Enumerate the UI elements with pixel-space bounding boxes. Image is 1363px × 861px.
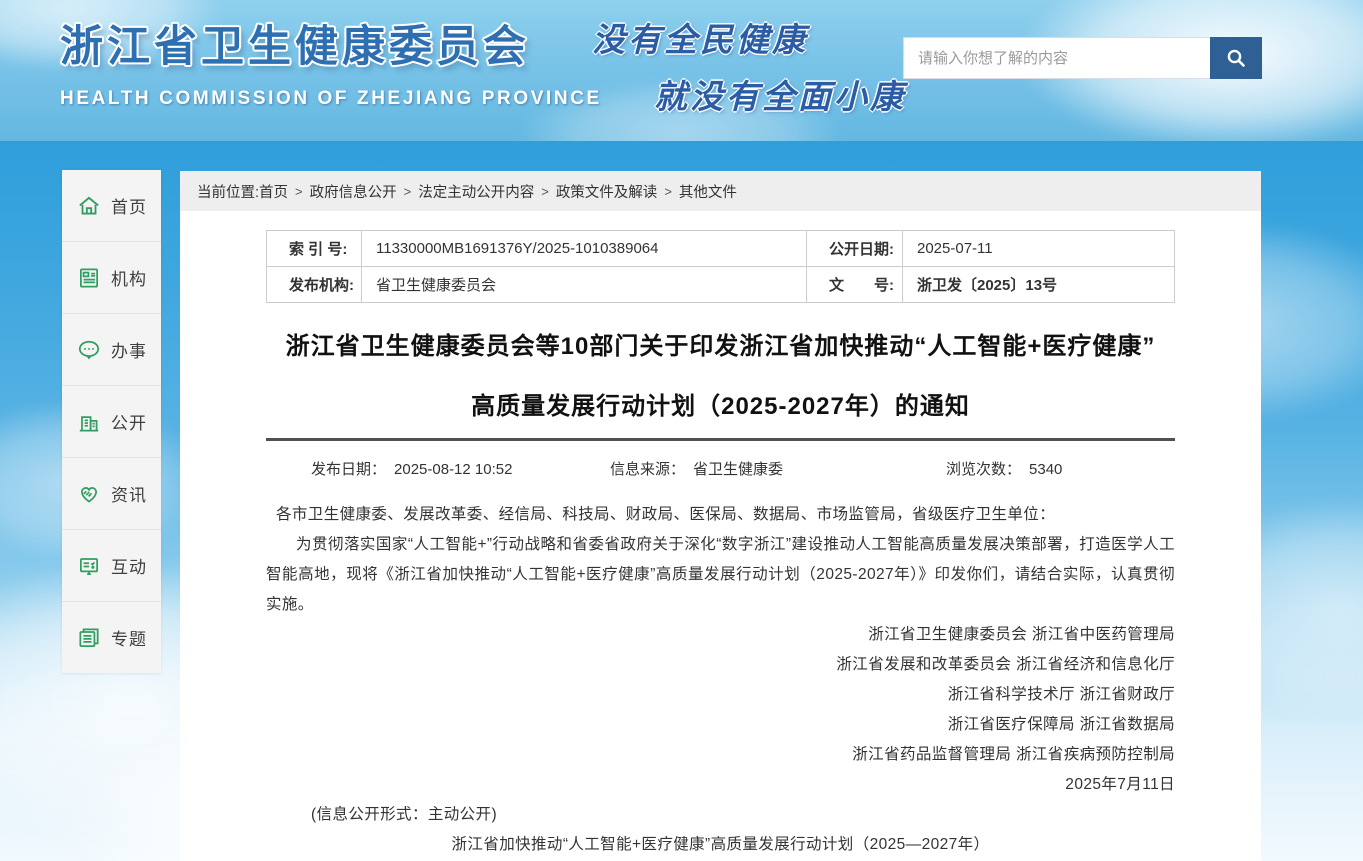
page: 浙江省卫生健康委员会 HEALTH COMMISSION OF ZHEJIANG… bbox=[0, 0, 1363, 861]
view-count-label: 浏览次数： bbox=[946, 461, 1021, 478]
disclosure-building-icon bbox=[76, 409, 102, 435]
index-number-value: 11330000MB1691376Y/2025-1010389064 bbox=[362, 231, 807, 267]
info-source: 信息来源： 省卫生健康委 bbox=[540, 458, 839, 479]
info-source-value: 省卫生健康委 bbox=[693, 461, 783, 478]
table-row: 索 引 号: 11330000MB1691376Y/2025-101038906… bbox=[267, 231, 1175, 267]
signature-line: 浙江省药品监督管理局 浙江省疾病预防控制局 bbox=[266, 740, 1175, 770]
sidebar-item-interaction[interactable]: 互动 bbox=[62, 530, 161, 602]
slogan-line-2: 就没有全面小康 bbox=[654, 70, 906, 118]
publish-date-label: 公开日期: bbox=[807, 231, 903, 267]
sidebar-item-news[interactable]: 资讯 bbox=[62, 458, 161, 530]
slogan-line-1: 没有全民健康 bbox=[592, 13, 906, 61]
breadcrumb-item-policy-docs[interactable]: 政策文件及解读 bbox=[556, 181, 658, 202]
signature-line: 浙江省医疗保障局 浙江省数据局 bbox=[266, 710, 1175, 740]
breadcrumb-separator: > bbox=[295, 184, 303, 199]
health-slogan: 没有全民健康 就没有全面小康 bbox=[592, 13, 906, 118]
publish-datetime-label: 发布日期： bbox=[311, 461, 386, 478]
sidebar-nav: 首页 机构 办事 公开 bbox=[62, 170, 161, 673]
service-chat-icon bbox=[76, 337, 102, 363]
sidebar-item-label: 首页 bbox=[111, 193, 147, 218]
sidebar-item-label: 公开 bbox=[111, 409, 147, 434]
breadcrumb: 当前位置:首页 > 政府信息公开 > 法定主动公开内容 > 政策文件及解读 > … bbox=[180, 171, 1261, 211]
publish-datetime-value: 2025-08-12 10:52 bbox=[394, 461, 512, 478]
signature-date: 2025年7月11日 bbox=[266, 770, 1175, 800]
article-meta: 发布日期： 2025-08-12 10:52 信息来源： 省卫生健康委 浏览次数： 5… bbox=[266, 441, 1175, 495]
breadcrumb-separator: > bbox=[404, 184, 412, 199]
search-input[interactable] bbox=[903, 37, 1210, 79]
breadcrumb-prefix: 当前位置: bbox=[197, 181, 259, 202]
view-count: 浏览次数： 5340 bbox=[839, 458, 1175, 479]
breadcrumb-separator: > bbox=[541, 184, 549, 199]
sidebar-item-services[interactable]: 办事 bbox=[62, 314, 161, 386]
signature-line: 浙江省发展和改革委员会 浙江省经济和信息化厅 bbox=[266, 650, 1175, 680]
site-logo[interactable]: 浙江省卫生健康委员会 HEALTH COMMISSION OF ZHEJIANG… bbox=[60, 12, 602, 110]
breadcrumb-item-statutory[interactable]: 法定主动公开内容 bbox=[418, 181, 534, 202]
site-title-english: HEALTH COMMISSION OF ZHEJIANG PROVINCE bbox=[60, 88, 602, 110]
signature-line: 浙江省卫生健康委员会 浙江省中医药管理局 bbox=[266, 620, 1175, 650]
content-panel: 当前位置:首页 > 政府信息公开 > 法定主动公开内容 > 政策文件及解读 > … bbox=[180, 171, 1261, 861]
sidebar-item-label: 资讯 bbox=[111, 481, 147, 506]
view-count-value: 5340 bbox=[1029, 461, 1062, 478]
salutation-paragraph: 各市卫生健康委、发展改革委、经信局、科技局、财政局、医保局、数据局、市场监管局，… bbox=[266, 500, 1175, 530]
site-header: 浙江省卫生健康委员会 HEALTH COMMISSION OF ZHEJIANG… bbox=[0, 0, 1363, 141]
sidebar-item-label: 专题 bbox=[111, 625, 147, 650]
breadcrumb-item-gov-info[interactable]: 政府信息公开 bbox=[310, 181, 397, 202]
breadcrumb-item-home[interactable]: 首页 bbox=[259, 181, 288, 202]
sidebar-item-label: 办事 bbox=[111, 337, 147, 362]
article-body: 各市卫生健康委、发展改革委、经信局、科技局、财政局、医保局、数据局、市场监管局，… bbox=[266, 495, 1175, 860]
info-source-label: 信息来源： bbox=[610, 461, 685, 478]
news-handshake-icon bbox=[76, 481, 102, 507]
home-icon bbox=[76, 193, 102, 219]
sidebar-item-institution[interactable]: 机构 bbox=[62, 242, 161, 314]
sidebar-item-topics[interactable]: 专题 bbox=[62, 602, 161, 673]
site-search bbox=[903, 37, 1262, 79]
issuing-agency-label: 发布机构: bbox=[267, 267, 362, 303]
doc-number-label: 文 号: bbox=[807, 267, 903, 303]
publish-datetime: 发布日期： 2025-08-12 10:52 bbox=[266, 458, 540, 479]
doc-number-value: 浙卫发〔2025〕13号 bbox=[903, 267, 1175, 303]
sidebar-item-label: 机构 bbox=[111, 265, 147, 290]
title-line-1: 浙江省卫生健康委员会等10部门关于印发浙江省加快推动“人工智能+医疗健康” bbox=[266, 317, 1175, 377]
body-paragraph: 为贯彻落实国家“人工智能+”行动战略和省委省政府关于深化“数字浙江”建设推动人工… bbox=[266, 530, 1175, 620]
search-icon bbox=[1224, 46, 1248, 70]
disclosure-note: (信息公开形式：主动公开) bbox=[266, 800, 1175, 830]
sidebar-item-home[interactable]: 首页 bbox=[62, 170, 161, 242]
institution-doc-icon bbox=[76, 265, 102, 291]
index-number-label: 索 引 号: bbox=[267, 231, 362, 267]
title-line-2: 高质量发展行动计划（2025-2027年）的通知 bbox=[266, 377, 1175, 437]
issuing-agency-value: 省卫生健康委员会 bbox=[362, 267, 807, 303]
search-button[interactable] bbox=[1210, 37, 1262, 79]
attachment-title: 浙江省加快推动“人工智能+医疗健康”高质量发展行动计划（2025—2027年） bbox=[266, 830, 1175, 860]
interaction-form-icon bbox=[76, 553, 102, 579]
sidebar-item-disclosure[interactable]: 公开 bbox=[62, 386, 161, 458]
doc-info-table: 索 引 号: 11330000MB1691376Y/2025-101038906… bbox=[266, 230, 1175, 303]
breadcrumb-item-other-docs[interactable]: 其他文件 bbox=[679, 181, 737, 202]
signature-line: 浙江省科学技术厅 浙江省财政厅 bbox=[266, 680, 1175, 710]
site-title: 浙江省卫生健康委员会 bbox=[60, 12, 602, 74]
topics-docs-icon bbox=[76, 625, 102, 651]
document-content: 索 引 号: 11330000MB1691376Y/2025-101038906… bbox=[180, 230, 1261, 860]
breadcrumb-separator: > bbox=[664, 184, 672, 199]
page-title: 浙江省卫生健康委员会等10部门关于印发浙江省加快推动“人工智能+医疗健康” 高质… bbox=[266, 317, 1175, 437]
table-row: 发布机构: 省卫生健康委员会 文 号: 浙卫发〔2025〕13号 bbox=[267, 267, 1175, 303]
publish-date-value: 2025-07-11 bbox=[903, 231, 1175, 267]
sidebar-item-label: 互动 bbox=[111, 553, 147, 578]
